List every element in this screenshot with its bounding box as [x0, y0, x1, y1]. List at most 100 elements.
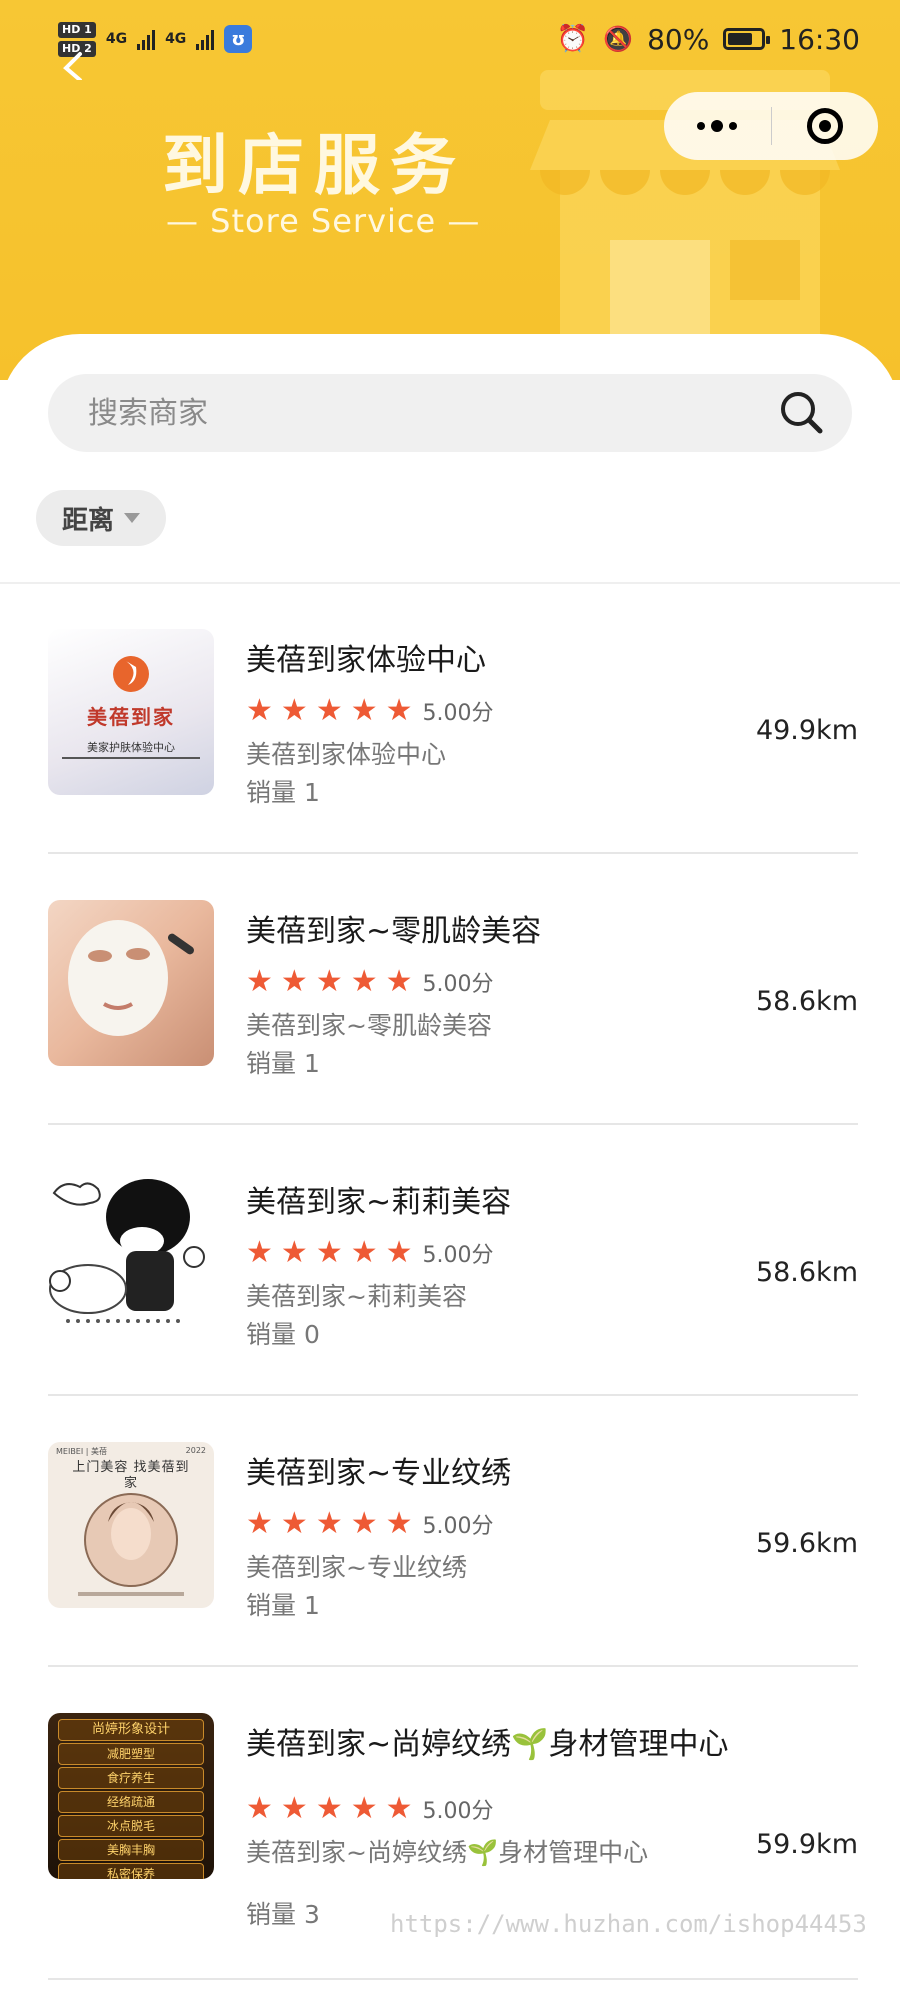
- signal-icon: [137, 28, 156, 50]
- signboard-line: 冰点脱毛: [58, 1815, 204, 1837]
- back-arrow-icon[interactable]: [58, 50, 88, 80]
- distance-filter-button[interactable]: 距离: [36, 490, 166, 546]
- signboard-line: 经络疏通: [58, 1791, 204, 1813]
- star-icon: ★: [385, 1506, 413, 1541]
- rating-score: 5.00分: [422, 1799, 494, 1824]
- search-bar[interactable]: [48, 374, 852, 452]
- store-item[interactable]: 尚婷形象设计 减肥塑型 食疗养生 经络疏通 冰点脱毛 美胸丰胸 私密保养 美蓓到家~尚婷纹绣…: [48, 1669, 858, 1939]
- store-item[interactable]: MEIBEI | 美蓓 2022 上门美容 找美蓓到家 美蓓到家~专业纹绣 ★ ★…: [48, 1398, 858, 1668]
- search-icon[interactable]: [776, 387, 828, 439]
- store-name: 美蓓到家~莉莉美容: [246, 1185, 512, 1220]
- store-sales: 销量 1: [246, 778, 320, 807]
- row-divider: [48, 1123, 858, 1125]
- face-mask-image: [68, 920, 195, 1036]
- rating-score: 5.00分: [422, 972, 494, 997]
- signboard-lines: 尚婷形象设计 减肥塑型 食疗养生 经络疏通 冰点脱毛 美胸丰胸 私密保养: [58, 1719, 204, 1879]
- header-banner: HD 1 HD 2 4G 4G ʊ ⏰ 🔕 80% 16:30 到店服务 — S: [0, 0, 900, 380]
- star-icon: ★: [246, 693, 273, 728]
- store-thumbnail-cartoon: [48, 1171, 214, 1337]
- store-subtitle: 美蓓到家~尚婷纹绣🌱身材管理中心: [246, 1838, 649, 1867]
- star-icon: ★: [246, 1791, 273, 1826]
- rating: ★ ★ ★ ★ ★ 5.00分: [246, 1793, 494, 1825]
- page-title: 到店服务: [162, 126, 466, 204]
- store-distance: 58.6km: [755, 1257, 858, 1288]
- signboard-line: 食疗养生: [58, 1767, 204, 1789]
- row-divider: [48, 1978, 858, 1980]
- store-sales: 销量 1: [246, 1591, 320, 1620]
- store-item[interactable]: 美蓓到家 美家护肤体验中心 美蓓到家体验中心 ★ ★ ★ ★ ★ 5.00分 美蓓到家体…: [48, 585, 858, 855]
- star-icon: ★: [280, 964, 308, 999]
- star-icon: ★: [385, 693, 413, 728]
- clock: 16:30: [779, 22, 860, 56]
- page-subtitle: — Store Service —: [166, 202, 481, 240]
- star-icon: ★: [246, 1506, 273, 1541]
- rating-score: 5.00分: [422, 1514, 494, 1539]
- network-type-1: 4G: [105, 31, 128, 47]
- star-icon: ★: [280, 1791, 308, 1826]
- star-icon: ★: [280, 1235, 308, 1270]
- rating: ★ ★ ★ ★ ★ 5.00分: [246, 695, 494, 727]
- star-icon: ★: [315, 1235, 343, 1270]
- rating-score: 5.00分: [422, 1243, 494, 1268]
- star-icon: ★: [315, 1791, 343, 1826]
- signboard-line: 私密保养: [58, 1863, 204, 1879]
- cartoon-image: [49, 1179, 205, 1323]
- star-icon: ★: [385, 1791, 413, 1826]
- store-subtitle: 美蓓到家~专业纹绣: [246, 1553, 467, 1582]
- watermark: https://www.huzhan.com/ishop44453: [390, 1910, 867, 1938]
- store-subtitle: 美蓓到家体验中心: [246, 740, 447, 769]
- store-thumbnail-signboard: 尚婷形象设计 减肥塑型 食疗养生 经络疏通 冰点脱毛 美胸丰胸 私密保养: [48, 1713, 214, 1879]
- filter-label: 距离: [61, 505, 114, 536]
- battery-percent: 80%: [647, 22, 710, 56]
- store-item[interactable]: 美蓓到家~零肌龄美容 ★ ★ ★ ★ ★ 5.00分 美蓓到家~零肌龄美容 销量 1 5…: [48, 856, 858, 1126]
- caret-down-icon: [124, 513, 140, 523]
- star-icon: ★: [385, 964, 413, 999]
- store-sales: 销量 1: [246, 1049, 320, 1078]
- miniapp-capsule: [664, 92, 878, 160]
- store-thumbnail-logo: 美蓓到家 美家护肤体验中心: [48, 629, 214, 795]
- thumb-logo-text: 美蓓到家: [87, 705, 175, 729]
- store-name: 美蓓到家~尚婷纹绣🌱身材管理中心: [246, 1727, 729, 1762]
- rating: ★ ★ ★ ★ ★ 5.00分: [246, 1237, 494, 1269]
- store-item[interactable]: 美蓓到家~莉莉美容 ★ ★ ★ ★ ★ 5.00分 美蓓到家~莉莉美容 销量 0 58.…: [48, 1127, 858, 1397]
- alarm-icon: ⏰: [556, 24, 590, 54]
- row-divider: [48, 1665, 858, 1667]
- row-divider: [48, 1394, 858, 1396]
- store-name: 美蓓到家~专业纹绣: [246, 1456, 512, 1491]
- store-name: 美蓓到家~零肌龄美容: [246, 914, 542, 949]
- star-icon: ★: [350, 693, 378, 728]
- close-miniapp-button[interactable]: [772, 92, 879, 160]
- store-distance: 59.9km: [755, 1829, 858, 1860]
- network-type-2: 4G: [165, 31, 187, 47]
- star-icon: ★: [350, 1791, 378, 1826]
- battery-icon: [723, 28, 771, 50]
- store-subtitle: 美蓓到家~莉莉美容: [246, 1282, 467, 1311]
- star-icon: ★: [280, 693, 308, 728]
- store-distance: 58.6km: [755, 986, 858, 1017]
- more-menu-button[interactable]: [664, 92, 771, 160]
- star-icon: ★: [350, 1235, 378, 1270]
- store-thumbnail-poster: MEIBEI | 美蓓 2022 上门美容 找美蓓到家: [48, 1442, 214, 1608]
- list-top-divider: [0, 582, 900, 584]
- star-icon: ★: [350, 964, 378, 999]
- star-icon: ★: [315, 693, 343, 728]
- row-divider: [48, 852, 858, 854]
- rating: ★ ★ ★ ★ ★ 5.00分: [246, 1508, 494, 1540]
- signboard-line: 美胸丰胸: [58, 1839, 204, 1861]
- mute-icon: 🔕: [603, 25, 634, 53]
- hd1-badge: HD 1: [58, 21, 96, 38]
- signboard-line: 尚婷形象设计: [58, 1719, 204, 1741]
- signal-icon-2: [196, 28, 215, 50]
- store-sales: 销量 3: [246, 1900, 320, 1929]
- star-icon: ★: [315, 1506, 343, 1541]
- store-thumbnail-face-mask: [48, 900, 214, 1066]
- search-input[interactable]: [86, 394, 776, 432]
- star-icon: ★: [280, 1506, 308, 1541]
- target-icon: [806, 108, 843, 144]
- star-icon: ★: [385, 1235, 413, 1270]
- thumb-caption: 美家护肤体验中心: [87, 741, 175, 754]
- star-icon: ★: [315, 964, 343, 999]
- status-right-group: ⏰ 🔕 80% 16:30: [557, 23, 860, 56]
- store-subtitle: 美蓓到家~零肌龄美容: [246, 1011, 492, 1040]
- star-icon: ★: [246, 964, 273, 999]
